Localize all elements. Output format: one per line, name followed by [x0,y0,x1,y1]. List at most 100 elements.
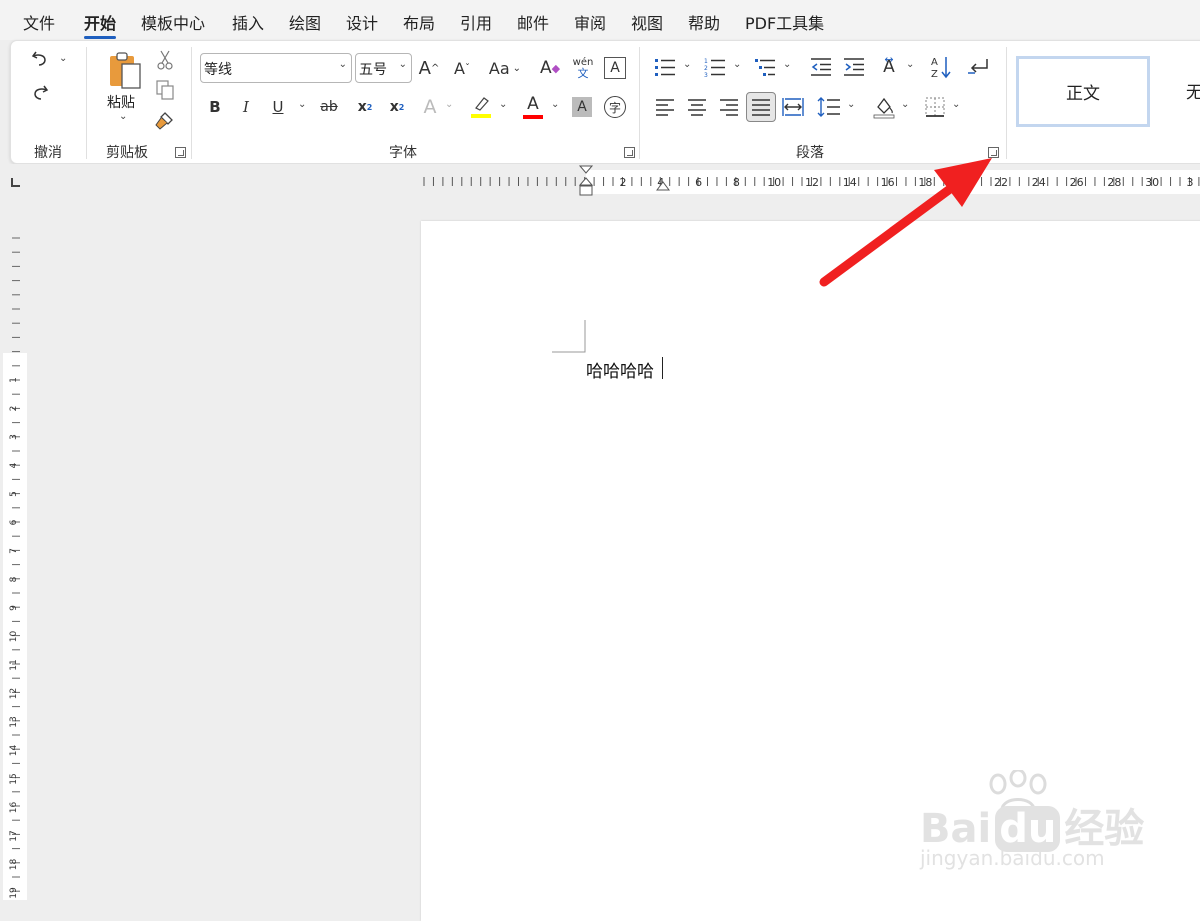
ruler-label: 14 [843,176,857,189]
shading-dropdown-icon[interactable]: ⌄ [901,99,909,110]
ruler-label: 16 [881,176,895,189]
tab-home[interactable]: 开始 [84,10,117,39]
ruler-label: 12 [805,176,819,189]
copy-icon[interactable] [155,79,175,101]
format-painter-icon[interactable] [155,109,175,131]
subscript-icon[interactable]: x2 [354,94,376,120]
undo-dropdown-icon[interactable]: ⌄ [59,53,67,64]
align-center-icon[interactable] [685,95,709,119]
tab-view[interactable]: 视图 [631,10,663,34]
svg-text:A: A [931,57,938,68]
character-shading-icon[interactable]: A [572,97,592,117]
cut-icon[interactable] [155,49,175,71]
sort-icon[interactable]: AZ [929,54,953,80]
tab-layout[interactable]: 布局 [403,10,435,34]
show-formatting-marks-icon[interactable] [966,55,990,79]
group-divider [191,47,192,159]
numbering-dropdown-icon[interactable]: ⌄ [733,59,741,70]
phonetic-guide-icon[interactable]: wén 文 [572,53,594,83]
style-no-spacing[interactable]: 无 [1186,78,1200,103]
line-spacing-dropdown-icon[interactable]: ⌄ [847,99,855,110]
tab-mailings[interactable]: 邮件 [517,10,549,34]
font-color-swatch [523,115,543,119]
tab-review[interactable]: 审阅 [574,10,606,34]
grow-font-icon[interactable]: A ^ [417,55,441,81]
style-normal[interactable]: 正文 [1016,56,1150,127]
asian-layout-dropdown-icon[interactable]: ⌄ [906,59,914,70]
svg-text:3: 3 [704,72,708,77]
right-indent-marker-icon[interactable] [655,176,671,192]
distributed-icon[interactable] [781,95,805,119]
tab-insert[interactable]: 插入 [232,10,264,34]
underline-dropdown-icon[interactable]: ⌄ [298,99,306,110]
ruler-label: 2 [9,406,19,412]
italic-icon[interactable]: I [236,94,256,120]
align-left-icon[interactable] [653,95,677,119]
tab-template-center[interactable]: 模板中心 [141,10,205,34]
numbering-icon[interactable]: 123 [703,55,727,79]
highlight-dropdown-icon[interactable]: ⌄ [499,99,507,110]
bold-icon[interactable]: B [205,94,225,120]
ruler-label: 18 [918,176,932,189]
shading-icon[interactable] [872,94,896,120]
ruler-label: 9 [9,605,19,611]
borders-dropdown-icon[interactable]: ⌄ [952,99,960,110]
undo-group-label: 撤消 [34,145,62,161]
font-size-select[interactable]: 五号 ⌄ [355,53,412,83]
vertical-ruler[interactable]: 12345678910111213141516171819 [3,216,27,900]
decrease-indent-icon[interactable] [809,55,833,79]
underline-icon[interactable]: U [268,94,288,120]
superscript-icon[interactable]: x2 [386,94,408,120]
font-dialog-launcher-icon[interactable] [624,147,635,158]
justify-icon[interactable] [746,92,776,122]
tab-pdf-tools[interactable]: PDF工具集 [745,10,824,34]
clear-formatting-icon[interactable]: A ◆ [539,55,561,81]
paste-icon[interactable] [106,49,146,91]
shrink-font-icon[interactable]: Aˇ [450,55,474,81]
highlight-color-icon[interactable] [469,93,493,121]
document-text[interactable]: 哈哈哈哈 [586,357,654,382]
watermark-url: jingyan.baidu.com [920,846,1105,870]
paste-label[interactable]: 粘贴 [107,92,135,112]
font-name-select[interactable]: 等线 ⌄ [200,53,352,83]
ruler-label: 10 [767,176,781,189]
indent-markers-icon[interactable] [576,164,596,198]
redo-icon[interactable] [29,81,51,103]
paragraph-group-label: 段落 [796,145,824,161]
undo-icon[interactable] [29,47,51,69]
paragraph-dialog-launcher-icon[interactable] [988,147,999,158]
increase-indent-icon[interactable] [842,55,866,79]
horizontal-ruler[interactable]: 2 4 6 8 10 12 14 16 18 20 22 24 26 28 30 3 [0,164,1200,198]
clipboard-dialog-launcher-icon[interactable] [175,147,186,158]
align-right-icon[interactable] [717,95,741,119]
ruler-label: 1 [9,377,19,383]
baidu-watermark: Bai du 经验 jingyan.baidu.com [920,770,1144,880]
bullets-icon[interactable] [653,55,677,79]
text-effects-icon[interactable]: A [419,94,441,120]
strikethrough-icon[interactable]: ab [316,94,342,120]
tab-help[interactable]: 帮助 [688,10,720,34]
ruler-label: 7 [9,548,19,554]
font-color-icon[interactable]: A [521,93,545,121]
tab-file[interactable]: 文件 [23,10,55,34]
tab-draw[interactable]: 绘图 [289,10,321,34]
ruler-label: 3 [1187,176,1194,189]
multilevel-list-dropdown-icon[interactable]: ⌄ [783,59,791,70]
text-effects-dropdown-icon[interactable]: ⌄ [445,99,453,110]
group-divider [639,47,640,159]
bullets-dropdown-icon[interactable]: ⌄ [683,59,691,70]
line-spacing-icon[interactable] [816,95,842,119]
tab-references[interactable]: 引用 [460,10,492,34]
horizontal-ruler-bar: 2 4 6 8 10 12 14 16 18 20 22 24 26 28 30 3 [0,164,1200,198]
multilevel-list-icon[interactable] [753,55,777,79]
borders-icon[interactable] [923,95,947,119]
character-border-icon[interactable]: A [604,57,626,79]
ruler-label: 2 [620,176,627,189]
font-color-dropdown-icon[interactable]: ⌄ [551,99,559,110]
change-case-icon[interactable]: Aa ⌄ [485,55,525,81]
svg-text:Z: Z [931,69,938,79]
asian-layout-icon[interactable]: ↔ A [877,53,901,79]
paste-dropdown-icon[interactable]: ⌄ [119,111,127,122]
enclose-characters-icon[interactable]: 字 [604,96,626,118]
tab-design[interactable]: 设计 [346,10,378,34]
